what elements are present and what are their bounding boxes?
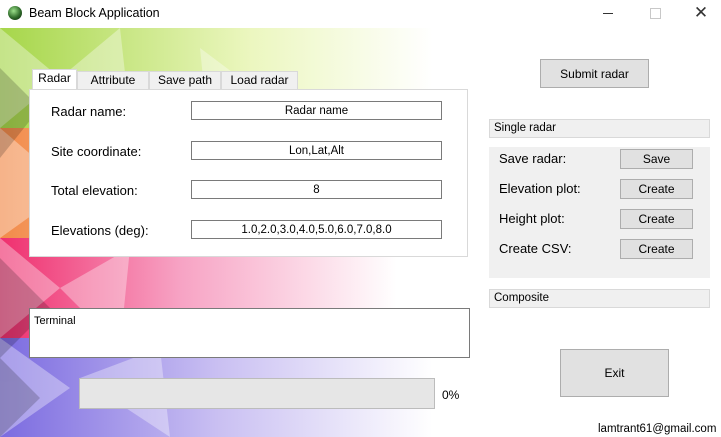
exit-button[interactable]: Exit [560, 349, 669, 397]
total-elevation-input[interactable] [191, 180, 442, 199]
height-plot-label: Height plot: [499, 211, 565, 226]
radar-name-label: Radar name: [51, 104, 127, 119]
progress-bar [79, 378, 435, 409]
tab-load-radar[interactable]: Load radar [221, 71, 298, 90]
terminal-label: Terminal [34, 315, 76, 327]
author-email: lamtrant61@gmail.com [598, 423, 717, 435]
progress-percent: 0% [442, 388, 460, 402]
single-radar-group: Save radar: Save Elevation plot: Create … [489, 147, 710, 278]
elevation-plot-label: Elevation plot: [499, 181, 581, 196]
minimize-icon[interactable] [585, 0, 631, 28]
elevation-plot-create-button[interactable]: Create [620, 179, 693, 199]
title-bar: Beam Block Application ✕ [0, 0, 721, 28]
window-title: Beam Block Application [29, 6, 160, 20]
site-coordinate-label: Site coordinate: [51, 144, 142, 159]
maximize-icon[interactable] [632, 0, 678, 28]
save-radar-label: Save radar: [499, 151, 567, 166]
tab-radar[interactable]: Radar [32, 69, 77, 90]
terminal-box[interactable]: Terminal [29, 308, 470, 358]
radar-form-panel: Radar name: Site coordinate: Total eleva… [29, 89, 468, 257]
close-icon[interactable]: ✕ [678, 0, 721, 28]
single-radar-header: Single radar [489, 119, 710, 138]
elevations-input[interactable] [191, 220, 442, 239]
submit-radar-button[interactable]: Submit radar [540, 59, 649, 88]
site-coordinate-input[interactable] [191, 141, 442, 160]
radar-name-input[interactable] [191, 101, 442, 120]
total-elevation-label: Total elevation: [51, 183, 138, 198]
tab-attribute[interactable]: Attribute [77, 71, 149, 90]
composite-header[interactable]: Composite [489, 289, 710, 308]
create-csv-label: Create CSV: [499, 241, 572, 256]
create-csv-button[interactable]: Create [620, 239, 693, 259]
app-icon [8, 6, 22, 20]
save-radar-button[interactable]: Save [620, 149, 693, 169]
elevations-label: Elevations (deg): [51, 223, 149, 238]
height-plot-create-button[interactable]: Create [620, 209, 693, 229]
tab-save-path[interactable]: Save path [149, 71, 221, 90]
